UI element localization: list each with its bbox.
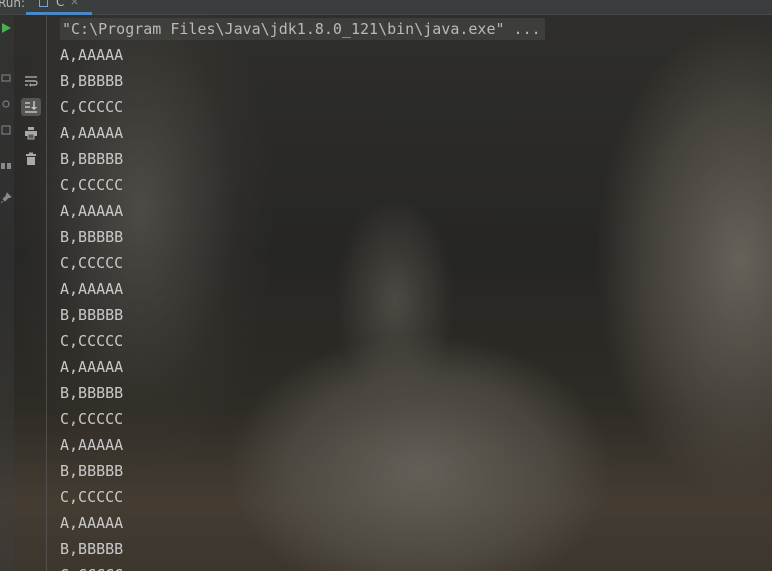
close-icon[interactable]: × [70,0,79,8]
console-line: B,BBBBB [60,384,124,402]
rerun-icon[interactable] [0,22,12,34]
run-label: Run: [0,0,26,10]
console-line: B,BBBBB [60,72,124,90]
exit-icon[interactable] [0,124,12,136]
console-line: C,CCCCC [60,488,124,506]
console-line: C,CCCCC [60,332,124,350]
print-button[interactable] [21,124,41,142]
console-line: B,BBBBB [60,228,124,246]
console-line: B,BBBBB [60,540,124,558]
console-line: B,BBBBB [60,462,124,480]
console-line: A,AAAAA [60,202,124,220]
console-line: B,BBBBB [60,150,124,168]
run-console-window: Run: C × "C:\Program Files\Java\jdk1.8.0… [0,0,772,571]
run-config-icon [39,0,48,7]
console-line: A,AAAAA [60,124,124,142]
scroll-to-end-icon [25,101,37,113]
console-line: A,AAAAA [60,358,124,376]
stop-icon[interactable] [0,72,12,84]
console-line: C,CCCCC [60,176,124,194]
console-line: C,CCCCC [60,98,124,116]
console-line: C,CCCCC [60,410,124,428]
soft-wrap-button[interactable] [21,72,41,90]
pin-icon[interactable] [0,192,12,204]
run-tool-window-header: Run: C × [0,0,772,15]
scroll-to-end-button[interactable] [21,98,41,116]
camera-icon[interactable] [0,98,12,110]
console-line: A,AAAAA [60,514,124,532]
console-line: C,CCCCC [60,564,123,571]
command-line: "C:\Program Files\Java\jdk1.8.0_121\bin\… [60,18,545,40]
console-line: A,AAAAA [60,46,124,64]
left-action-rail [0,14,14,571]
console-line: B,BBBBB [60,306,124,324]
clear-all-button[interactable] [21,150,41,168]
console-toolbar [15,14,47,571]
console-output[interactable]: "C:\Program Files\Java\jdk1.8.0_121\bin\… [60,14,772,571]
console-line: C,CCCCC [60,254,124,272]
console-line: A,AAAAA [60,436,124,454]
layout-icon[interactable] [0,160,12,172]
soft-wrap-icon [25,76,38,87]
console-line: A,AAAAA [60,280,124,298]
tab-label: C [56,0,65,9]
print-icon [25,127,37,140]
trash-icon [26,152,36,165]
